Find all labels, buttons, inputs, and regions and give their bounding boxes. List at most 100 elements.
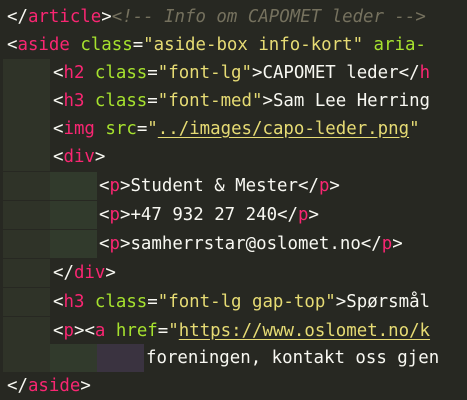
attribute-value: "aside-box info-kort" <box>143 35 364 55</box>
token: < <box>53 147 64 167</box>
code-line-7: <p>Student & Mester</p> <box>0 172 340 200</box>
token: > <box>329 176 340 196</box>
attribute-name: href <box>115 321 158 341</box>
text-content: Spørsmål <box>346 292 431 312</box>
token: > <box>101 7 112 27</box>
attribute-name: class <box>94 91 148 111</box>
code-line-4: <h3 class="font-med">Sam Lee Herring <box>0 87 430 115</box>
code-line-10: </div> <box>0 259 116 287</box>
token: </ <box>277 205 298 225</box>
code-line-8: <p>+47 932 27 240</p> <box>0 201 319 229</box>
attribute-name: class <box>80 35 133 55</box>
tag-name: h <box>419 63 431 83</box>
token: = <box>147 292 158 312</box>
code-line-6: <div> <box>0 143 105 171</box>
token: < <box>99 176 110 196</box>
tag-name: p <box>109 176 120 196</box>
code-line-14: </aside> <box>0 372 91 400</box>
href-link[interactable]: https://www.oslomet.no/k <box>179 321 430 341</box>
code-line-11: <h3 class="font-lg gap-top">Spørsmål <box>0 288 430 316</box>
tag-name: img <box>63 119 95 139</box>
tag-name: aside <box>17 35 70 55</box>
tag-name: p <box>109 234 120 254</box>
indent-guide <box>3 172 50 200</box>
text-content: CAPOMET leder <box>262 63 399 83</box>
token: > <box>335 292 347 312</box>
token: > <box>94 147 106 167</box>
token: > <box>308 205 319 225</box>
token: = <box>147 91 158 111</box>
indent-guide <box>3 344 50 372</box>
token: > <box>262 91 273 111</box>
indent-guide <box>50 230 97 258</box>
attribute-value: " <box>409 119 420 139</box>
attribute-value: " <box>147 119 158 139</box>
token: < <box>53 63 64 83</box>
code-line-12: <p><a href="https://www.oslomet.no/k <box>0 317 430 345</box>
attribute-name: class <box>94 63 148 83</box>
tag-name: div <box>63 147 95 167</box>
token: = <box>147 63 158 83</box>
attribute-value: "font-lg gap-top" <box>157 292 336 312</box>
token: > <box>119 205 131 225</box>
token: > <box>80 376 91 396</box>
indent-guide <box>3 59 50 87</box>
indent-guide <box>3 317 50 345</box>
token: >< <box>73 321 95 341</box>
token: < <box>99 234 110 254</box>
tag-name: a <box>94 321 106 341</box>
token: < <box>53 119 64 139</box>
tag-name: p <box>63 321 74 341</box>
tag-name: aside <box>27 376 81 396</box>
token: > <box>105 263 116 283</box>
indent-guide <box>3 288 50 316</box>
token: < <box>53 321 64 341</box>
indent-guide <box>3 259 50 287</box>
image-path-link[interactable]: ../images/capo-leder.png <box>158 119 409 139</box>
attribute-value: "font-med" <box>157 91 263 111</box>
token: > <box>392 234 403 254</box>
attribute-value: "font-lg" <box>157 63 252 83</box>
code-line-9: <p>samherrstar@oslomet.no</p> <box>0 230 403 258</box>
indent-guide <box>3 230 50 258</box>
token: > <box>252 63 263 83</box>
indent-guide <box>50 201 97 229</box>
token: = <box>157 321 169 341</box>
text-content: Student & Mester <box>130 176 298 196</box>
attribute-name: src <box>105 119 137 139</box>
token: > <box>119 234 131 254</box>
indent-guide <box>3 87 50 115</box>
tag-name: h3 <box>63 91 85 111</box>
code-line-13: foreningen, kontakt oss gjen <box>0 344 439 372</box>
token: </ <box>7 376 28 396</box>
token: < <box>7 35 18 55</box>
token: </ <box>297 176 319 196</box>
code-line-2: <aside class="aside-box info-kort" aria- <box>0 31 426 59</box>
tag-name: p <box>298 205 309 225</box>
token: </ <box>398 63 420 83</box>
indent-guide <box>97 344 144 372</box>
code-editor[interactable]: </article><!-- Info om CAPOMET leder -->… <box>0 0 467 400</box>
text-content: Sam Lee Herring <box>272 91 431 111</box>
token: > <box>119 176 131 196</box>
code-line-1: </article><!-- Info om CAPOMET leder --> <box>0 3 426 31</box>
text-content: samherrstar@oslomet.no <box>130 234 361 254</box>
token: </ <box>360 234 382 254</box>
text-content: foreningen, kontakt oss gjen <box>146 348 440 368</box>
attribute-name: aria- <box>373 35 426 55</box>
indent-guide <box>3 115 50 143</box>
token: </ <box>7 7 28 27</box>
text-content: +47 932 27 240 <box>130 205 278 225</box>
tag-name: p <box>318 176 330 196</box>
token: = <box>136 119 148 139</box>
token: < <box>53 292 64 312</box>
token: < <box>99 205 110 225</box>
tag-name: div <box>73 263 106 283</box>
